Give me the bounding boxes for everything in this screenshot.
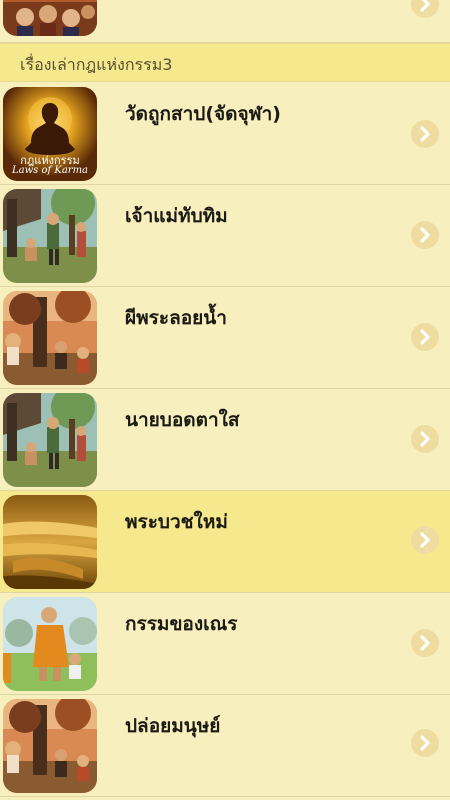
list-item[interactable]: เจ้าแม่ทับทิม	[0, 185, 450, 287]
list-item-selected[interactable]: พระบวชใหม่	[0, 491, 450, 593]
village-painting-thumbnail	[3, 189, 97, 283]
story-title: ผีพระลอยน้ำ	[125, 307, 227, 329]
list-item[interactable]: ผีพระลอยน้ำ	[0, 287, 450, 389]
chevron-right-icon	[411, 729, 439, 757]
story-list-screen: เรื่องเล่ากฎแห่งกรรม3 กฎแห่งกรรม Laws of…	[0, 0, 450, 800]
chevron-right-icon	[411, 425, 439, 453]
forest-painting-thumbnail	[3, 291, 97, 385]
village-painting-thumbnail	[3, 393, 97, 487]
golden-buddha-hand-thumbnail	[3, 495, 97, 589]
buddha-laws-of-karma-thumbnail: กฎแห่งกรรม Laws of Karma	[3, 87, 97, 181]
chevron-right-icon	[411, 0, 439, 18]
story-title: นายบอดตาใส	[125, 409, 240, 431]
thumb-caption-english: Laws of Karma	[11, 165, 89, 176]
chevron-right-icon	[411, 120, 439, 148]
chevron-right-icon	[411, 629, 439, 657]
story-title: ปล่อยมนุษย์	[125, 715, 221, 737]
novice-monk-painting-thumbnail	[3, 597, 97, 691]
story-title: เจ้าแม่ทับทิม	[125, 205, 228, 227]
list-item[interactable]: ปล่อยมนุษย์	[0, 695, 450, 797]
forest-painting-thumbnail	[3, 699, 97, 793]
story-title: วัดถูกสาป(จัดจุฬา)	[125, 103, 281, 125]
list-item[interactable]: นายบอดตาใส	[0, 389, 450, 491]
chevron-right-icon	[411, 323, 439, 351]
list-item[interactable]: กฎแห่งกรรม Laws of Karma วัดถูกสาป(จัดจุ…	[0, 83, 450, 185]
section-title: เรื่องเล่ากฎแห่งกรรม3	[20, 55, 173, 74]
story-title: กรรมของเณร	[125, 613, 238, 635]
chevron-right-icon	[411, 526, 439, 554]
story-title: พระบวชใหม่	[125, 511, 228, 533]
section-header: เรื่องเล่ากฎแห่งกรรม3	[0, 43, 450, 82]
list-item[interactable]: กรรมของเณร	[0, 593, 450, 695]
temple-painting-thumbnail	[3, 0, 97, 36]
list-item-partial[interactable]	[0, 0, 450, 43]
chevron-right-icon	[411, 221, 439, 249]
